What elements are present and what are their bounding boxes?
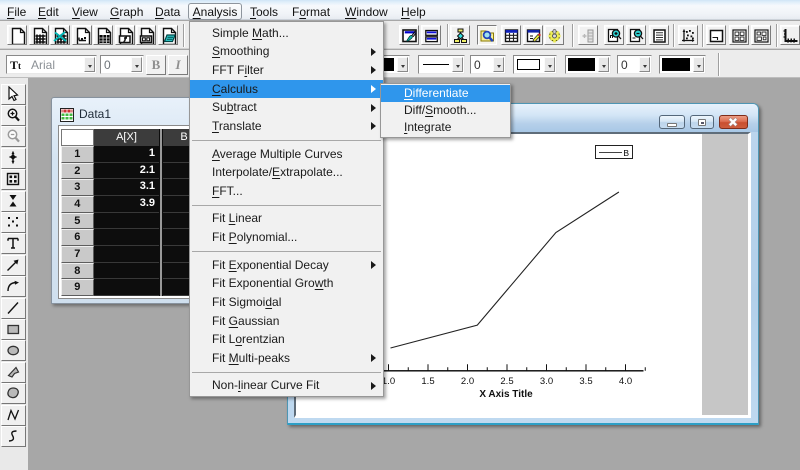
svg-text:1.0: 1.0 bbox=[382, 375, 395, 386]
svg-text:3.0: 3.0 bbox=[540, 375, 553, 386]
svg-text:3.5: 3.5 bbox=[579, 375, 592, 386]
svg-text:2.5: 2.5 bbox=[500, 375, 513, 386]
svg-text:1.5: 1.5 bbox=[421, 375, 434, 386]
svg-text:X Axis Title: X Axis Title bbox=[479, 389, 533, 400]
svg-text:t: t bbox=[18, 61, 21, 71]
svg-text:T: T bbox=[10, 58, 18, 72]
svg-text:2.0: 2.0 bbox=[461, 375, 474, 386]
svg-text:4.0: 4.0 bbox=[619, 375, 632, 386]
